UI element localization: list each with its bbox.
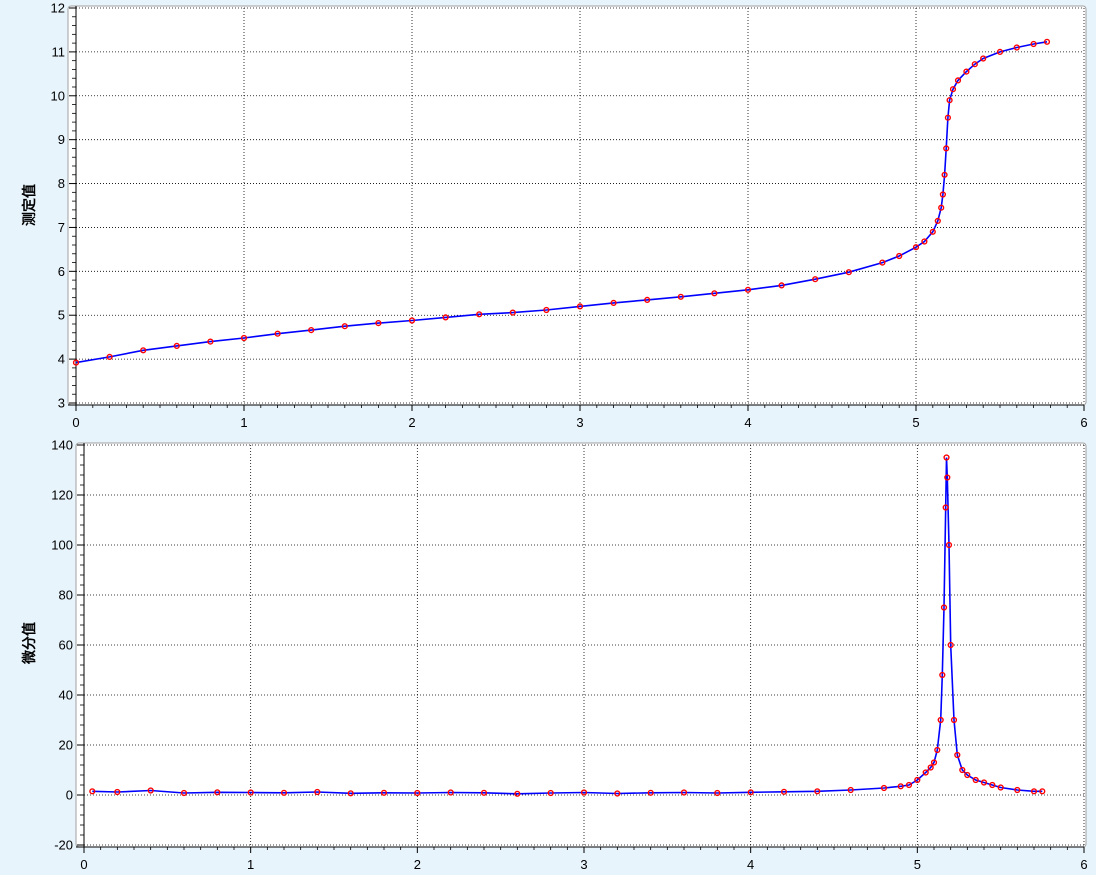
plot-area	[75, 442, 1087, 848]
derivative-curve-chart: 0 1 2 3 4 5 6 -20 0 20 40 60 80 100 120 140 微分值	[21, 438, 1088, 873]
chart-stage: 0 1 2 3 4 5 6 3 4 5 6 7 8 9 10 11 12 测定值 0 1 2 3 4 5 6 -20 0 20 40 6…	[0, 0, 1096, 875]
x-tick-label: 6	[1080, 857, 1087, 872]
x-tick-label: 0	[80, 857, 87, 872]
y-tick-label: -20	[54, 838, 73, 853]
x-tick-label: 1	[247, 857, 254, 872]
x-tick-label: 4	[747, 857, 754, 872]
y-tick-label: 80	[59, 588, 73, 603]
y-tick-label: 60	[59, 638, 73, 653]
x-tick-label: 3	[580, 857, 587, 872]
y-tick-label: 120	[51, 488, 73, 503]
y-tick-label: 20	[59, 738, 73, 753]
x-tick-label: 2	[414, 857, 421, 872]
y-axis-title: 微分值	[21, 622, 37, 665]
y-tick-label: 40	[59, 688, 73, 703]
plot-group: 0 1 2 3 4 5 6 -20 0 20 40 60 80 100 120 140	[51, 438, 1087, 873]
y-tick-label: 140	[51, 438, 73, 453]
x-tick-label: 5	[914, 857, 921, 872]
y-tick-label: 0	[66, 788, 73, 803]
y-tick-label: 100	[51, 538, 73, 553]
